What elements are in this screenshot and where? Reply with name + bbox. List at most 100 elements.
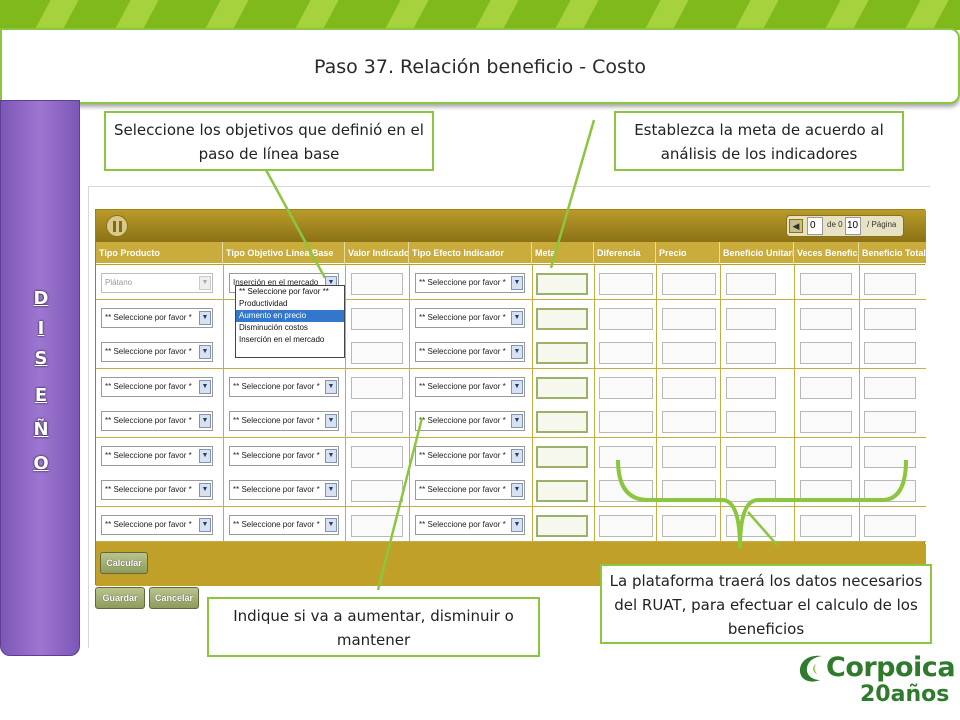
product-select[interactable]: Plátano ▼ bbox=[101, 273, 213, 293]
collapse-toggle-icon[interactable] bbox=[106, 215, 128, 237]
chevron-down-icon[interactable]: ▼ bbox=[511, 483, 523, 497]
meta-input[interactable] bbox=[536, 445, 588, 468]
chevron-down-icon[interactable]: ▼ bbox=[325, 483, 337, 497]
effect-select[interactable]: ** Seleccione por favor * ▼ bbox=[415, 307, 525, 328]
value-field bbox=[726, 514, 776, 537]
objective-select-value: ** Seleccione por favor * bbox=[233, 381, 320, 391]
meta-input[interactable] bbox=[536, 514, 588, 537]
cell-divider bbox=[532, 368, 533, 404]
effect-select-value: ** Seleccione por favor * bbox=[419, 278, 506, 287]
chevron-down-icon[interactable]: ▼ bbox=[199, 379, 211, 394]
cell-divider bbox=[223, 299, 224, 335]
product-select[interactable]: ** Seleccione por favor * ▼ bbox=[101, 445, 213, 466]
value-field bbox=[726, 376, 776, 399]
product-select[interactable]: ** Seleccione por favor * ▼ bbox=[101, 514, 213, 535]
chevron-down-icon[interactable]: ▼ bbox=[325, 379, 337, 394]
cell-divider bbox=[720, 437, 721, 473]
objective-select[interactable]: ** Seleccione por favor * ▼ bbox=[229, 480, 339, 500]
objective-select[interactable]: ** Seleccione por favor * ▼ bbox=[229, 445, 339, 466]
chevron-down-icon[interactable]: ▼ bbox=[511, 448, 523, 463]
chevron-down-icon[interactable]: ▼ bbox=[511, 414, 523, 428]
meta-input[interactable] bbox=[536, 376, 588, 399]
meta-input[interactable] bbox=[536, 273, 588, 295]
side-letter: E bbox=[34, 385, 48, 406]
callout-plataforma: La plataforma traerá los datos necesario… bbox=[600, 564, 932, 644]
chevron-down-icon[interactable]: ▼ bbox=[325, 414, 337, 428]
chevron-down-icon[interactable]: ▼ bbox=[199, 414, 211, 428]
product-select[interactable]: ** Seleccione por favor * ▼ bbox=[101, 376, 213, 397]
chevron-left-icon[interactable]: ◀ bbox=[789, 219, 803, 233]
value-field bbox=[662, 376, 716, 399]
cell-divider bbox=[345, 368, 346, 404]
product-select[interactable]: ** Seleccione por favor * ▼ bbox=[101, 411, 213, 431]
dropdown-option[interactable]: ** Seleccione por favor ** bbox=[236, 286, 344, 298]
data-grid: ◀ 0 de 0 10 / Página Tipo Producto Tipo … bbox=[95, 209, 926, 586]
effect-select[interactable]: ** Seleccione por favor * ▼ bbox=[415, 514, 525, 535]
cell-divider bbox=[223, 403, 224, 438]
chevron-down-icon[interactable]: ▼ bbox=[325, 448, 337, 463]
value-field bbox=[864, 342, 916, 364]
column-header: Precio bbox=[656, 242, 720, 264]
chevron-down-icon[interactable]: ▼ bbox=[199, 310, 211, 325]
effect-select[interactable]: ** Seleccione por favor * ▼ bbox=[415, 411, 525, 431]
effect-select-value: ** Seleccione por favor * bbox=[419, 312, 506, 322]
calculate-button[interactable]: Calcular bbox=[100, 552, 148, 574]
meta-input[interactable] bbox=[536, 342, 588, 364]
objective-select[interactable]: ** Seleccione por favor * ▼ bbox=[229, 514, 339, 535]
top-decorative-band bbox=[0, 0, 960, 30]
effect-select[interactable]: ** Seleccione por favor * ▼ bbox=[415, 376, 525, 397]
column-header: Tipo Producto bbox=[96, 242, 223, 264]
meta-input[interactable] bbox=[536, 411, 588, 433]
table-row: ** Seleccione por favor * ▼ ** Seleccione … bbox=[96, 437, 926, 473]
chevron-down-icon[interactable]: ▼ bbox=[511, 310, 523, 325]
cell-divider bbox=[720, 299, 721, 335]
chevron-down-icon[interactable]: ▼ bbox=[199, 345, 211, 359]
value-field bbox=[726, 411, 776, 433]
value-field bbox=[351, 273, 403, 295]
pager-size-input[interactable]: 10 bbox=[845, 217, 861, 235]
product-select[interactable]: ** Seleccione por favor * ▼ bbox=[101, 307, 213, 328]
dropdown-option-highlighted[interactable]: Aumento en precio bbox=[236, 310, 344, 322]
value-field bbox=[351, 376, 403, 399]
chevron-down-icon[interactable]: ▼ bbox=[199, 276, 211, 290]
chevron-down-icon[interactable]: ▼ bbox=[511, 379, 523, 394]
pager-current-input[interactable]: 0 bbox=[807, 217, 823, 235]
cancel-button[interactable]: Cancelar bbox=[149, 587, 199, 609]
column-header: Meta bbox=[532, 242, 594, 264]
objective-select[interactable]: ** Seleccione por favor * ▼ bbox=[229, 411, 339, 431]
value-field bbox=[662, 480, 716, 502]
chevron-down-icon[interactable]: ▼ bbox=[511, 345, 523, 359]
effect-select[interactable]: ** Seleccione por favor * ▼ bbox=[415, 480, 525, 500]
effect-select[interactable]: ** Seleccione por favor * ▼ bbox=[415, 445, 525, 466]
chevron-down-icon[interactable]: ▼ bbox=[511, 276, 523, 290]
value-field bbox=[351, 480, 403, 502]
cell-divider bbox=[656, 472, 657, 507]
meta-input[interactable] bbox=[536, 480, 588, 502]
objective-dropdown-list[interactable]: ** Seleccione por favor ** Productividad… bbox=[235, 285, 345, 358]
effect-select[interactable]: ** Seleccione por favor * ▼ bbox=[415, 273, 525, 293]
cell-divider bbox=[794, 299, 795, 335]
dropdown-option[interactable]: Disminución costos bbox=[236, 322, 344, 334]
cell-divider bbox=[223, 437, 224, 473]
value-field bbox=[662, 514, 716, 537]
chevron-down-icon[interactable]: ▼ bbox=[511, 517, 523, 532]
product-select[interactable]: ** Seleccione por favor * ▼ bbox=[101, 480, 213, 500]
product-select[interactable]: ** Seleccione por favor * ▼ bbox=[101, 342, 213, 362]
cell-divider bbox=[656, 299, 657, 335]
dropdown-option[interactable]: Productividad bbox=[236, 298, 344, 310]
objective-select[interactable]: ** Seleccione por favor * ▼ bbox=[229, 376, 339, 397]
effect-select[interactable]: ** Seleccione por favor * ▼ bbox=[415, 342, 525, 362]
cell-divider bbox=[409, 265, 410, 300]
table-row: ** Seleccione por favor * ▼ ** Seleccione … bbox=[96, 506, 926, 542]
chevron-down-icon[interactable]: ▼ bbox=[199, 448, 211, 463]
chevron-down-icon[interactable]: ▼ bbox=[199, 517, 211, 532]
dropdown-option[interactable]: Inserción en el mercado bbox=[236, 334, 344, 346]
save-button[interactable]: Guardar bbox=[95, 587, 145, 609]
chevron-down-icon[interactable]: ▼ bbox=[199, 483, 211, 497]
chevron-down-icon[interactable]: ▼ bbox=[325, 517, 337, 532]
value-field bbox=[351, 411, 403, 433]
value-field bbox=[864, 480, 916, 502]
value-field bbox=[726, 342, 776, 364]
cell-divider bbox=[345, 472, 346, 507]
meta-input[interactable] bbox=[536, 307, 588, 330]
